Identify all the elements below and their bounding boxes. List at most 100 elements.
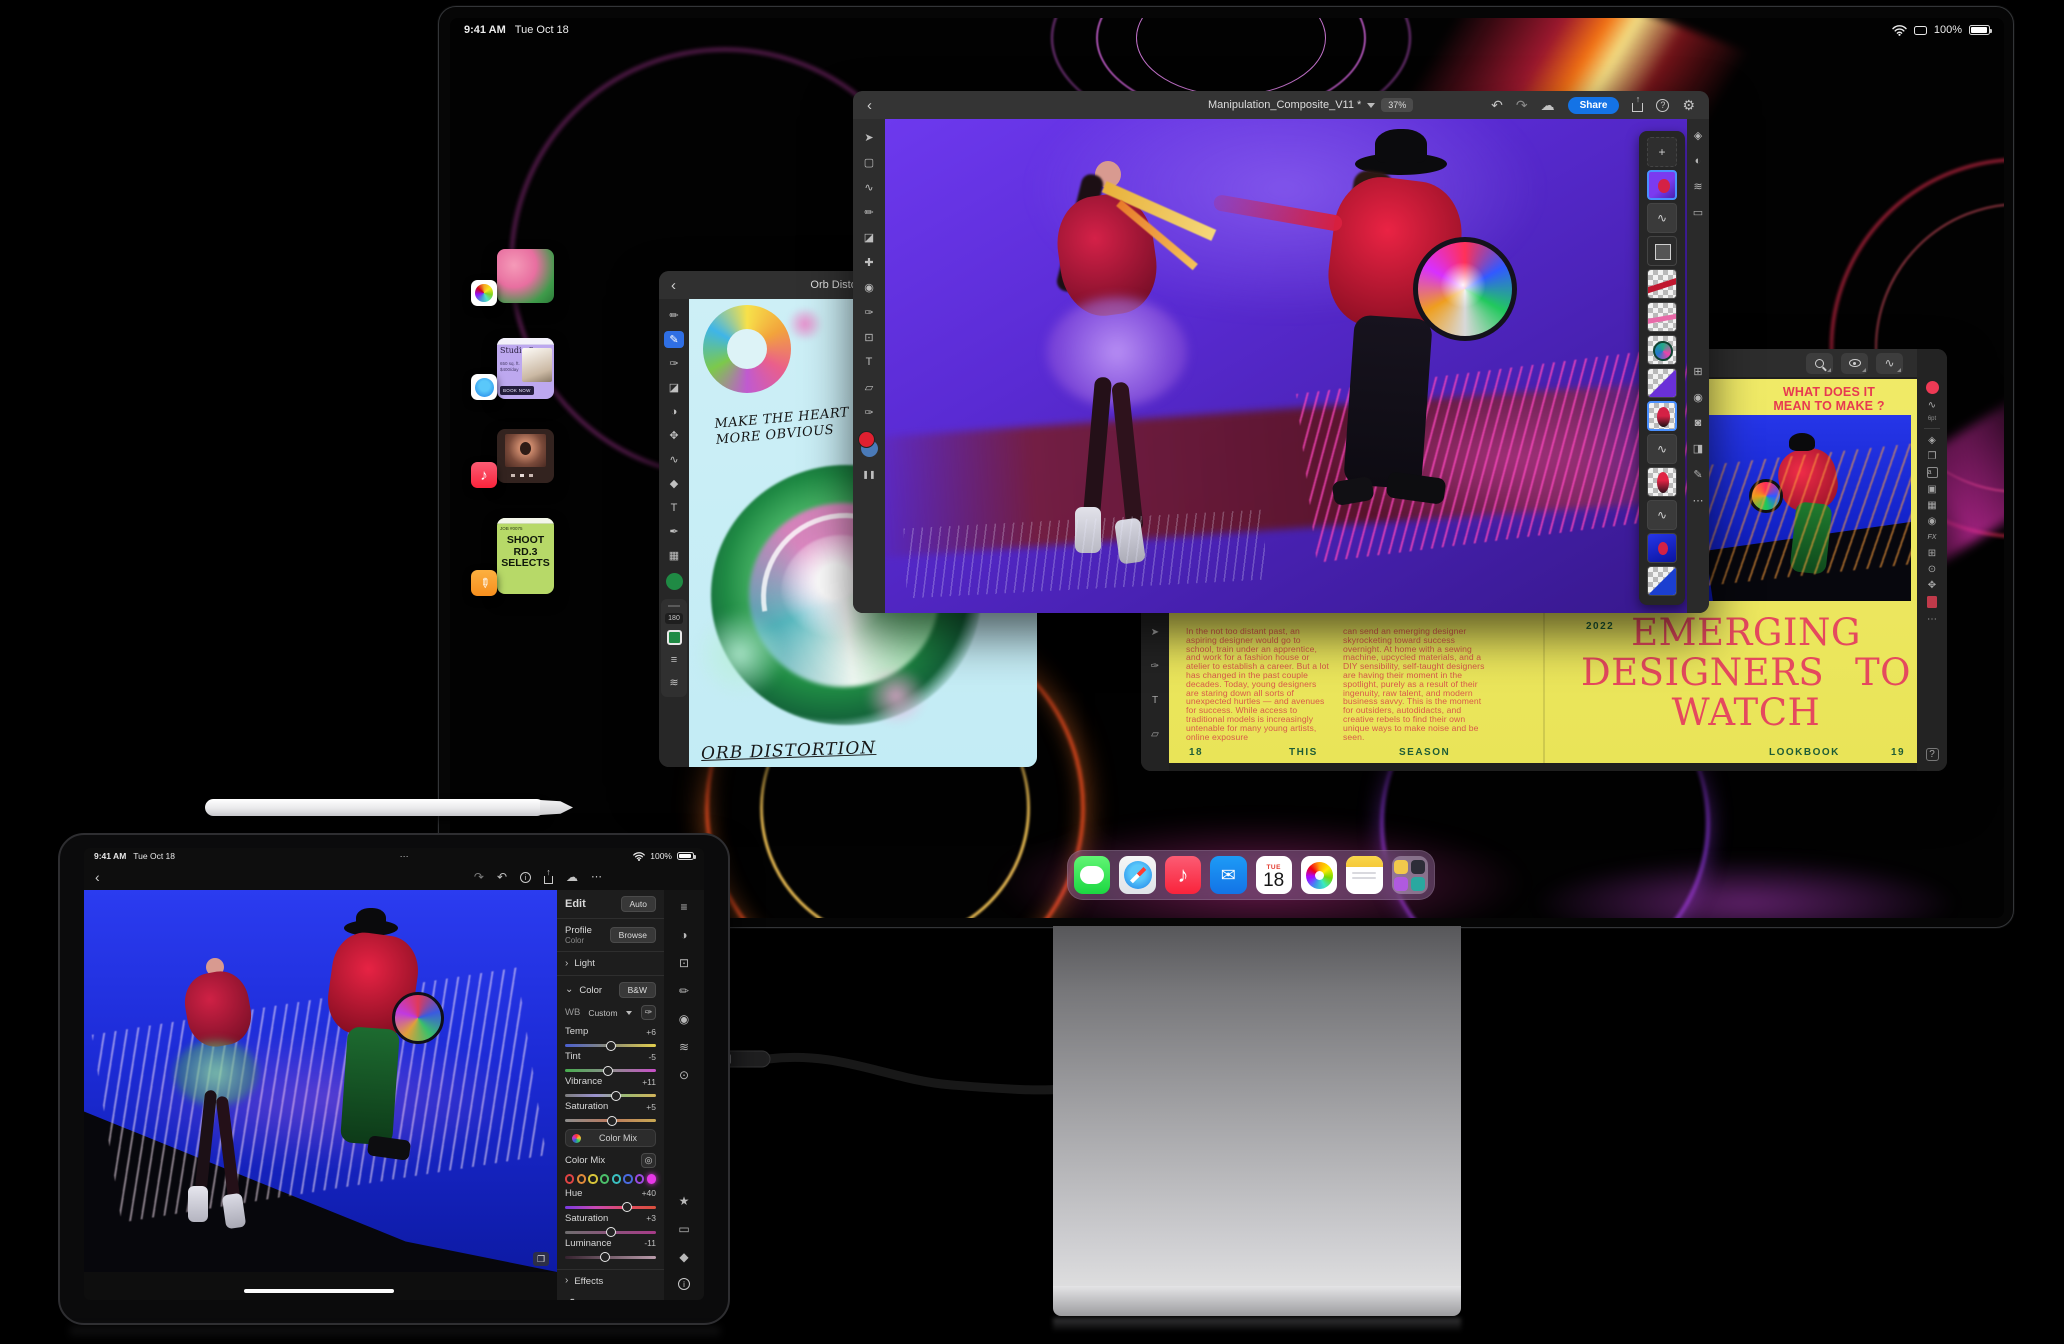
move-tool-icon[interactable]: ✥ — [664, 427, 684, 444]
color-square-swatch[interactable] — [666, 630, 682, 645]
layer-thumbnail[interactable] — [1647, 467, 1677, 497]
browse-button[interactable]: Browse — [609, 927, 656, 943]
foreground-color-swatch[interactable] — [858, 431, 875, 448]
eyedropper-tool-icon[interactable]: ✒ — [664, 523, 684, 540]
adjustments-panel-icon[interactable]: ◐ — [1695, 155, 1702, 167]
active-color-dot[interactable] — [665, 573, 683, 590]
eyedropper-tool-icon[interactable]: ✑ — [860, 404, 878, 420]
luminance-slider[interactable] — [565, 1252, 656, 1262]
music-app-icon[interactable]: ♪ — [471, 462, 497, 488]
mix-saturation-slider[interactable] — [565, 1227, 656, 1237]
help-button[interactable]: ? — [1925, 748, 1939, 761]
undo-icon[interactable]: ↶ — [1491, 98, 1503, 112]
healing-tool-icon[interactable]: ✚ — [860, 254, 878, 270]
type-tool-icon[interactable]: T — [664, 499, 684, 516]
transform-icon[interactable]: ✥ — [1928, 580, 1936, 591]
select-tool-icon[interactable]: ➤ — [1151, 627, 1159, 638]
dock-safari-icon[interactable] — [1119, 856, 1156, 894]
dock-app-library-icon[interactable] — [1391, 856, 1428, 894]
pixel-brush-tool-icon[interactable]: ✏ — [664, 307, 684, 324]
layer-thumbnail[interactable] — [1647, 302, 1677, 332]
stage-card-safari[interactable]: Studio 2a 650 sq. ft. $400/day BOOK NOW — [497, 338, 554, 399]
photo-canvas[interactable]: ❐ — [84, 890, 557, 1272]
home-indicator[interactable] — [244, 1288, 394, 1293]
purple-channel-dot[interactable] — [635, 1174, 645, 1184]
layer-thumbnail[interactable] — [1647, 533, 1677, 563]
grid-icon[interactable]: ⊞ — [1928, 548, 1936, 559]
place-image-tool-icon[interactable]: ▦ — [664, 547, 684, 564]
saturation-slider[interactable] — [565, 1115, 656, 1126]
lasso-tool-button[interactable]: ∿ — [1876, 352, 1903, 374]
image-panel-icon[interactable]: ▦ — [1927, 500, 1936, 511]
color-swatches[interactable] — [858, 431, 880, 457]
cloud-sync-icon[interactable]: ☁ — [1541, 98, 1555, 112]
add-layer-icon[interactable]: ⊞ — [1693, 365, 1702, 378]
smoothing-icon[interactable]: ≋ — [664, 674, 684, 691]
color-swatch[interactable] — [1925, 381, 1939, 394]
effects-fx-icon[interactable]: FX — [1928, 532, 1937, 542]
layers-panel-icon[interactable]: ◈ — [1694, 129, 1702, 142]
eraser-tool-icon[interactable]: ◪ — [860, 229, 878, 245]
safari-app-icon[interactable] — [471, 374, 497, 400]
photoshop-canvas[interactable] — [885, 119, 1687, 613]
chevron-down-icon[interactable] — [1367, 102, 1376, 108]
layer-thumbnail[interactable] — [1647, 401, 1677, 431]
more-icon[interactable]: ⋯ — [1927, 614, 1937, 625]
lasso-tool-icon[interactable]: ∿ — [664, 451, 684, 468]
wifi-icon[interactable] — [1892, 24, 1907, 36]
effects-section-row[interactable]: › Effects — [565, 1276, 656, 1287]
preview-eye-button[interactable] — [1841, 352, 1868, 374]
move-tool-icon[interactable]: ➤ — [860, 129, 878, 145]
healing-icon[interactable]: ◉ — [679, 1012, 689, 1026]
back-icon[interactable]: ‹ — [671, 278, 676, 293]
gradient-icon[interactable]: ◉ — [1928, 516, 1937, 527]
brush-tool-icon[interactable]: ✏ — [860, 204, 878, 220]
stroke-icon[interactable]: ∿ — [1928, 400, 1936, 411]
wb-value-dropdown[interactable]: Custom — [588, 1008, 617, 1018]
photos-app-icon[interactable] — [471, 280, 497, 306]
history-icon[interactable]: ⊙ — [1928, 564, 1936, 575]
teal-channel-dot[interactable] — [611, 1174, 621, 1184]
layer-mask-icon[interactable]: ◙ — [1695, 417, 1702, 429]
presets-icon[interactable]: ≋ — [679, 1040, 689, 1054]
crop-icon[interactable]: ⊡ — [679, 956, 689, 970]
clock[interactable]: 9:41 AM — [464, 24, 506, 36]
redo-icon[interactable]: ↷ — [474, 871, 484, 883]
zoom-level-badge[interactable]: 37% — [1381, 98, 1414, 112]
comments-panel-icon[interactable]: ▭ — [1693, 206, 1703, 219]
back-icon[interactable]: ‹ — [867, 98, 872, 113]
compare-badge-icon[interactable]: ❐ — [533, 1252, 549, 1266]
pen-tool-icon[interactable]: ✑ — [1151, 661, 1159, 672]
stage-card-photos[interactable] — [497, 249, 554, 303]
masking-brush-icon[interactable]: ✏ — [679, 984, 689, 998]
comment-icon[interactable]: ▭ — [678, 1222, 689, 1236]
curves-adjustment-layer[interactable]: ∿ — [1647, 434, 1677, 464]
mask-layer[interactable] — [1647, 236, 1677, 266]
duplicate-icon[interactable]: ❐ — [1928, 451, 1937, 462]
date[interactable]: Tue Oct 18 — [515, 24, 569, 36]
libraries-icon[interactable] — [1927, 596, 1937, 608]
dock-photos-icon[interactable] — [1300, 856, 1338, 894]
photoshop-titlebar[interactable]: ‹ Manipulation_Composite_V11 * 37% ↶ ↷ ☁… — [853, 91, 1709, 119]
vector-brush-tool-icon[interactable]: ✑ — [664, 355, 684, 372]
layer-thumbnail[interactable] — [1647, 269, 1677, 299]
info-icon[interactable]: i — [520, 871, 531, 883]
add-layer-button[interactable]: + — [1647, 137, 1677, 167]
dock-mail-icon[interactable]: ✉ — [1210, 856, 1247, 894]
hue-slider[interactable] — [565, 1202, 656, 1212]
drag-handle[interactable] — [668, 605, 680, 607]
color-mix-button[interactable]: Color Mix — [565, 1129, 656, 1147]
book-now-button[interactable]: BOOK NOW — [500, 386, 534, 395]
undo-icon[interactable]: ↶ — [497, 871, 507, 883]
brush-size-badge[interactable]: 180 — [665, 613, 683, 624]
water-flow-icon[interactable]: ≡ — [664, 651, 684, 668]
stage-card-notes[interactable]: JOB #0075 SHOOT RD.3 SELECTS — [497, 518, 554, 594]
help-icon[interactable]: ? — [1656, 98, 1670, 112]
properties-panel-icon[interactable]: ≋ — [1693, 180, 1702, 193]
red-channel-dot[interactable] — [565, 1174, 575, 1184]
reset-edits-icon[interactable]: ↺ — [565, 1297, 575, 1301]
vibrance-slider[interactable] — [565, 1090, 656, 1101]
dock-calendar-icon[interactable]: TUE 18 — [1255, 856, 1292, 894]
shape-tool-icon[interactable]: ▱ — [1151, 729, 1159, 740]
stage-card-music[interactable] — [497, 429, 554, 483]
